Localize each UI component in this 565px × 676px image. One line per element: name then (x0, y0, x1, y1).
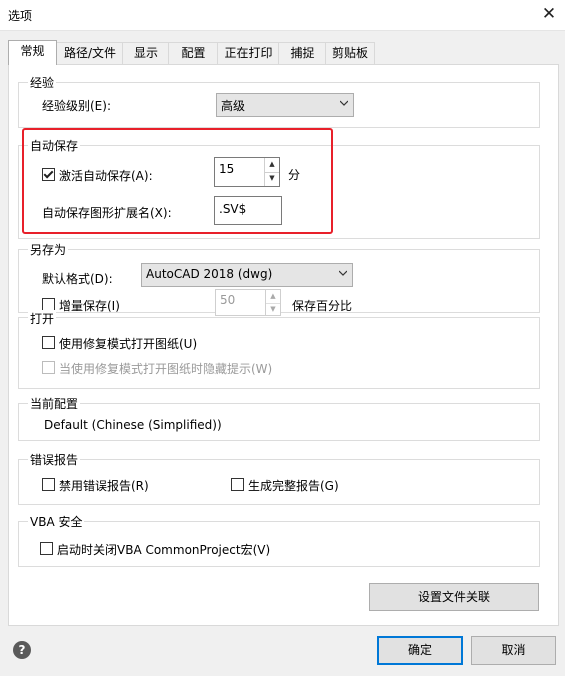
help-circle-icon[interactable]: ? (13, 641, 31, 659)
experience-level-select[interactable]: 高级 (216, 93, 354, 117)
vba-close-checkbox[interactable] (40, 542, 53, 555)
tab-printing[interactable]: 正在打印 (217, 42, 280, 64)
hide-prompt-label: 当使用修复模式打开图纸时隐藏提示(W) (59, 362, 273, 376)
experience-level-label: 经验级别(E): (42, 99, 111, 113)
tab-snap[interactable]: 捕捉 (278, 42, 327, 64)
tab-profile[interactable]: 配置 (168, 42, 219, 64)
errors-group-label: 错误报告 (28, 451, 81, 468)
save-percent-value: 50 (220, 293, 236, 307)
disable-errors-label: 禁用错误报告(R) (59, 479, 149, 493)
tab-display[interactable]: 显示 (122, 42, 170, 64)
repair-mode-label: 使用修复模式打开图纸(U) (59, 337, 198, 351)
arrow-up-icon: ▲ (266, 290, 280, 304)
hide-prompt-checkbox (42, 361, 55, 374)
experience-group-label: 经验 (28, 74, 57, 91)
vba-group-label: VBA 安全 (28, 513, 85, 530)
vba-close-label: 启动时关闭VBA CommonProject宏(V) (57, 543, 271, 557)
open-group (18, 317, 540, 389)
experience-level-value: 高级 (221, 99, 246, 113)
ok-button[interactable]: 确定 (377, 636, 463, 665)
tab-paths-files[interactable]: 路径/文件 (56, 42, 124, 64)
saveas-group-label: 另存为 (28, 241, 69, 258)
chevron-down-icon (340, 100, 348, 106)
repair-mode-checkbox[interactable] (42, 336, 55, 349)
disable-errors-checkbox[interactable] (42, 478, 55, 491)
saveas-format-label: 默认格式(D): (42, 272, 113, 286)
highlight-box (22, 128, 333, 234)
chevron-down-icon (339, 270, 347, 276)
title-bar (0, 0, 565, 31)
saveas-format-select[interactable]: AutoCAD 2018 (dwg) (141, 263, 353, 287)
window-title: 选项 (8, 9, 33, 23)
full-report-label: 生成完整报告(G) (248, 479, 339, 493)
save-percent-label: 保存百分比 (292, 299, 353, 313)
incremental-save-label: 增量保存(I) (59, 299, 120, 313)
save-percent-spinner: 50 ▲ ▼ (215, 289, 281, 316)
saveas-format-value: AutoCAD 2018 (dwg) (146, 267, 273, 281)
file-association-button[interactable]: 设置文件关联 (369, 583, 539, 611)
full-report-checkbox[interactable] (231, 478, 244, 491)
tab-general[interactable]: 常规 (8, 40, 57, 65)
close-icon[interactable]: ✕ (538, 3, 560, 25)
tab-clipboard[interactable]: 剪贴板 (325, 42, 375, 64)
profile-group-label: 当前配置 (28, 395, 81, 412)
arrow-down-icon: ▼ (270, 304, 276, 313)
open-group-label: 打开 (28, 310, 57, 327)
profile-value: Default (Chinese (Simplified)) (44, 418, 222, 432)
cancel-button[interactable]: 取消 (471, 636, 556, 665)
